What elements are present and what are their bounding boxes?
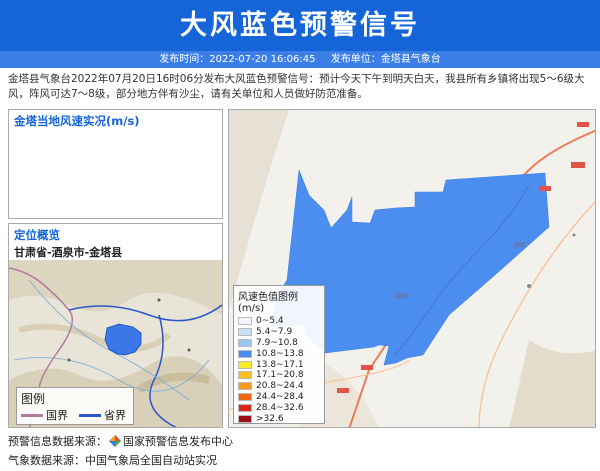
warning-center-logo-icon xyxy=(109,435,121,447)
wind-legend-swatch xyxy=(238,328,252,337)
wind-legend-label: 17.1~20.8 xyxy=(256,370,304,381)
wind-legend-swatch xyxy=(238,382,252,391)
wind-legend-title: 风速色值图例 (m/s) xyxy=(238,292,298,314)
wind-legend-label: 24.4~28.4 xyxy=(256,391,304,402)
wind-speed-legend: 风速色值图例 (m/s) 0~5.4 5.4~7.9 7.9~10.8 10.8… xyxy=(233,285,325,424)
wind-legend-item: 28.4~32.6 xyxy=(238,402,320,413)
data-source-footer: 预警信息数据来源： 国家预警信息发布中心 气象数据来源：中国气象局全国自动站实况 xyxy=(8,432,233,470)
wind-legend-item: 10.8~13.8 xyxy=(238,348,320,359)
publish-time: 发布时间：2022-07-20 16:06:45 xyxy=(159,54,316,65)
national-border-label: 国界 xyxy=(46,409,68,422)
warning-source-line: 预警信息数据来源： 国家预警信息发布中心 xyxy=(8,432,233,451)
wind-legend-item: 7.9~10.8 xyxy=(238,338,320,349)
wind-legend-swatch xyxy=(238,317,252,326)
wind-legend-item: 24.4~28.4 xyxy=(238,392,320,403)
wind-panel-title: 金塔当地风速实况(m/s) xyxy=(14,114,140,128)
wind-legend-swatch xyxy=(238,360,252,369)
header-banner: 大风蓝色预警信号 xyxy=(0,0,600,51)
wind-legend-label: 5.4~7.9 xyxy=(256,327,293,338)
wind-legend-item: 17.1~20.8 xyxy=(238,370,320,381)
wind-legend-swatch xyxy=(238,392,252,401)
wind-legend-label: 0~5.4 xyxy=(256,316,284,327)
publish-info-bar: 发布时间：2022-07-20 16:06:45 发布单位：金塔县气象台 xyxy=(0,51,600,68)
wind-legend-label: >32.6 xyxy=(256,413,284,424)
page-title: 大风蓝色预警信号 xyxy=(180,10,420,41)
wind-legend-swatch xyxy=(238,338,252,347)
location-overview-panel: 定位概览 甘肃省-酒泉市-金塔县 图例 国界 省界 xyxy=(8,223,223,428)
publish-unit: 发布单位：金塔县气象台 xyxy=(330,54,441,65)
location-panel-title: 定位概览 xyxy=(14,228,60,242)
wind-legend-item: 20.8~24.4 xyxy=(238,381,320,392)
legend-provincial-border: 省界 xyxy=(79,407,126,423)
wind-legend-label: 10.8~13.8 xyxy=(256,348,304,359)
wind-legend-item: 13.8~17.1 xyxy=(238,359,320,370)
weather-source-line: 气象数据来源：中国气象局全国自动站实况 xyxy=(8,454,217,467)
wind-legend-label: 13.8~17.1 xyxy=(256,359,304,370)
warning-description: 金塔县气象台2022年07月20日16时06分发布大风蓝色预警信号：预计今天下午… xyxy=(8,73,585,100)
wind-legend-label: 20.8~24.4 xyxy=(256,381,304,392)
provincial-border-label: 省界 xyxy=(104,409,126,422)
wind-legend-label: 7.9~10.8 xyxy=(256,337,298,348)
legend-title: 图例 xyxy=(21,392,46,406)
warning-area-map[interactable]: 风速色值图例 (m/s) 0~5.4 5.4~7.9 7.9~10.8 10.8… xyxy=(228,109,596,428)
wind-legend-swatch xyxy=(238,403,252,412)
wind-legend-swatch xyxy=(238,349,252,358)
warning-source-name[interactable]: 国家预警信息发布中心 xyxy=(123,435,233,448)
provincial-border-swatch xyxy=(79,413,101,417)
wind-observation-panel: 金塔当地风速实况(m/s) xyxy=(8,109,223,219)
national-border-swatch xyxy=(21,413,43,417)
wind-legend-swatch xyxy=(238,371,252,380)
warning-source-label: 预警信息数据来源： xyxy=(8,435,107,448)
location-path: 甘肃省-酒泉市-金塔县 xyxy=(14,246,123,259)
wind-legend-item: 0~5.4 xyxy=(238,316,320,327)
legend-national-border: 国界 xyxy=(21,407,68,423)
wind-legend-label: 28.4~32.6 xyxy=(256,402,304,413)
wind-legend-swatch xyxy=(238,414,252,423)
wind-legend-item: 5.4~7.9 xyxy=(238,327,320,338)
wind-legend-item: >32.6 xyxy=(238,413,320,424)
location-map-legend: 图例 国界 省界 xyxy=(16,387,134,425)
